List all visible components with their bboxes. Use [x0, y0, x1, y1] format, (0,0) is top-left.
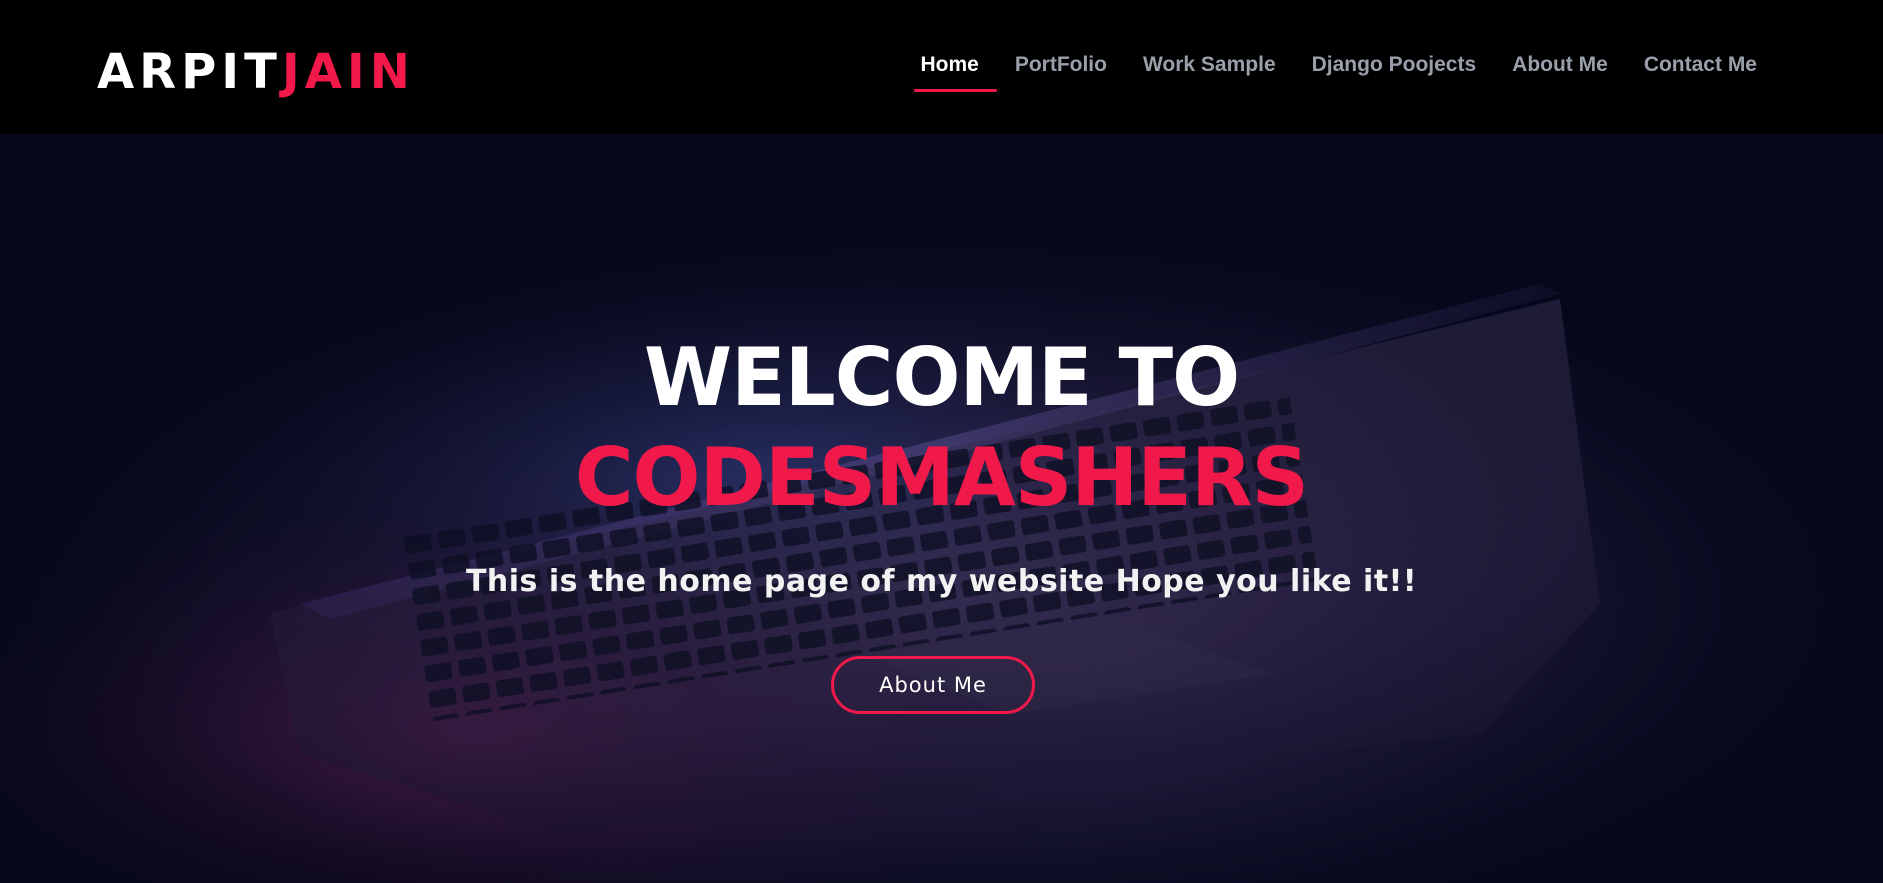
brand-first-name: ARPIT	[97, 44, 282, 100]
about-me-button[interactable]: About Me	[831, 656, 1035, 714]
nav-home[interactable]: Home	[902, 44, 998, 94]
site-header: ARPIT JAIN Home PortFolio Work Sample Dja…	[0, 0, 1883, 134]
nav-django-projects[interactable]: Django Poojects	[1294, 44, 1495, 94]
nav-about-me[interactable]: About Me	[1494, 44, 1626, 94]
hero-title: WELCOME TO CODESMASHERS	[0, 328, 1883, 528]
hero-section: WELCOME TO CODESMASHERS This is the home…	[0, 134, 1883, 883]
brand-last-name: JAIN	[281, 44, 415, 100]
hero-title-line-welcome: WELCOME TO	[643, 331, 1240, 424]
hero-subtitle: This is the home page of my website Hope…	[465, 564, 1418, 599]
hero-content: WELCOME TO CODESMASHERS This is the home…	[0, 134, 1883, 883]
brand-logo[interactable]: ARPIT JAIN	[97, 44, 415, 100]
hero-title-line-brand: CODESMASHERS	[574, 431, 1309, 524]
nav-portfolio[interactable]: PortFolio	[997, 44, 1125, 94]
nav-contact-me[interactable]: Contact Me	[1626, 44, 1775, 94]
nav-work-sample[interactable]: Work Sample	[1125, 44, 1294, 94]
